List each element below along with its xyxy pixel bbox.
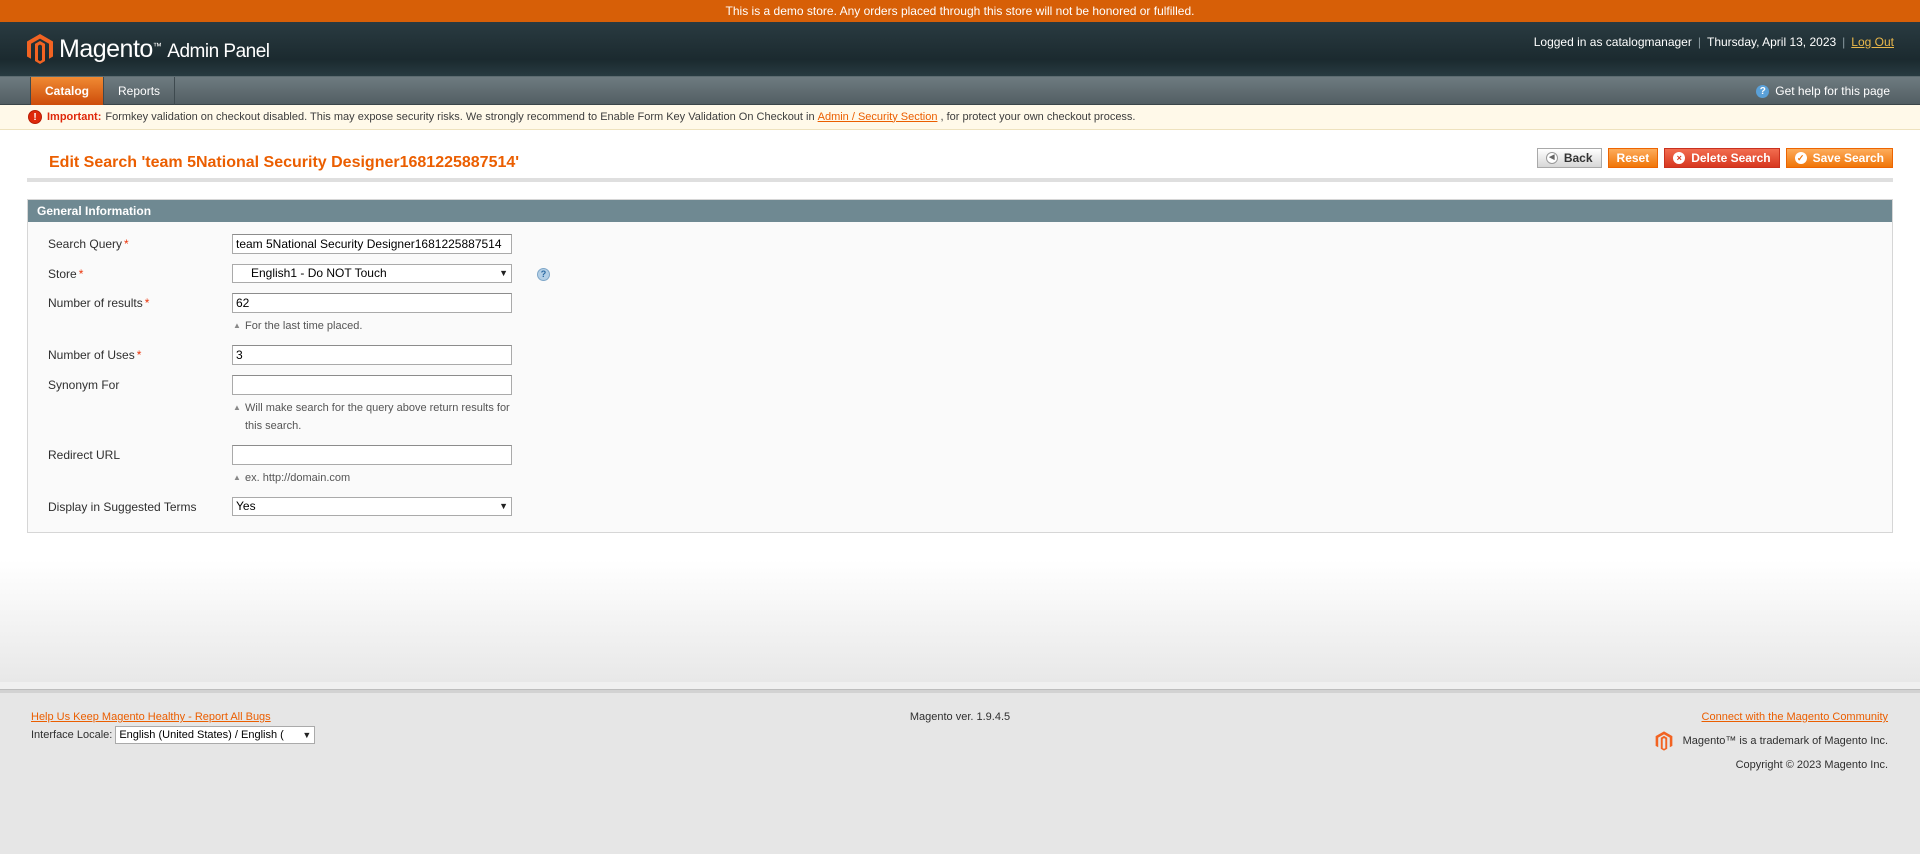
num-uses-row: Number of Uses * <box>28 345 1892 365</box>
num-results-row: Number of results* ▲For the last time pl… <box>28 293 1892 335</box>
store-select[interactable]: English1 - Do NOT Touch ▼ <box>232 264 512 283</box>
edit-search-form: Search Query* Store* English1 - Do NOT T… <box>28 222 1892 532</box>
current-date: Thursday, April 13, 2023 <box>1706 35 1837 49</box>
suggested-terms-select[interactable]: Yes ▼ <box>232 497 512 516</box>
help-icon: ? <box>1756 84 1770 98</box>
interface-locale: Interface Locale: English (United States… <box>31 726 316 744</box>
reset-button-label: Reset <box>1616 151 1650 165</box>
help-link-label: Get help for this page <box>1775 84 1890 98</box>
search-query-input[interactable] <box>232 234 512 254</box>
redirect-url-row: Redirect URL ▲ ex. http://domain.com <box>28 445 1892 487</box>
reset-button[interactable]: Reset <box>1607 148 1659 168</box>
delete-search-button[interactable]: × Delete Search <box>1664 148 1780 168</box>
copyright-text: Copyright © 2023 Magento Inc. <box>1735 759 1888 771</box>
content-header: Edit Search 'team 5National Security Des… <box>27 130 1893 182</box>
logo-text: Magento™ Admin Panel <box>59 34 270 63</box>
suggested-terms-row: Display in Suggested Terms Yes ▼ <box>28 497 1892 516</box>
community-link[interactable]: Connect with the Magento Community <box>1702 711 1888 723</box>
locale-select-value: English (United States) / English ( <box>119 729 284 741</box>
synonym-label: Synonym For <box>48 378 120 392</box>
save-button-label: Save Search <box>1812 151 1884 165</box>
report-bugs-link[interactable]: Help Us Keep Magento Healthy - Report Al… <box>31 711 271 723</box>
checkmark-icon: ✓ <box>1794 152 1807 164</box>
footer: Help Us Keep Magento Healthy - Report Al… <box>0 690 1920 854</box>
redirect-url-input[interactable] <box>232 445 512 465</box>
error-icon: ! <box>28 110 42 124</box>
synonym-note: ▲ Will make search for the query above re… <box>233 402 510 432</box>
page-title: Edit Search 'team 5National Security Des… <box>49 154 520 171</box>
security-warning-message: ! Important: Formkey validation on check… <box>0 105 1920 130</box>
trademark-text: Magento™ is a trademark of Magento Inc. <box>1682 735 1888 747</box>
save-search-button[interactable]: ✓ Save Search <box>1785 148 1893 168</box>
synonym-row: Synonym For ▲ Will make search for the qu… <box>28 375 1892 435</box>
redirect-url-note: ▲ ex. http://domain.com <box>233 472 351 484</box>
warning-text: Formkey validation on checkout disabled.… <box>105 110 815 123</box>
form-buttons: ◀ Back Reset × Delete Search ✓ Save Sear… <box>1536 148 1893 168</box>
logged-in-text: Logged in as catalogmanager <box>1533 35 1692 49</box>
locale-label: Interface Locale: <box>31 729 113 741</box>
back-button[interactable]: ◀ Back <box>1536 148 1602 168</box>
suggested-terms-label: Display in Suggested Terms <box>48 500 197 514</box>
help-link[interactable]: ? Get help for this page <box>1756 84 1890 98</box>
page-bottom-fade <box>0 560 1920 682</box>
store-select-value: English1 - Do NOT Touch <box>251 266 387 280</box>
num-uses-input[interactable] <box>232 345 512 365</box>
num-results-label: Number of results * <box>48 296 150 310</box>
delete-icon: × <box>1673 152 1686 164</box>
locale-select[interactable]: English (United States) / English ( ▼ <box>115 726 316 744</box>
suggested-terms-value: Yes <box>236 499 256 513</box>
footer-divider <box>0 682 1920 690</box>
demo-store-notice: This is a demo store. Any orders placed … <box>0 0 1920 22</box>
search-query-row: Search Query * <box>28 234 1892 254</box>
admin-header: Magento™ Admin Panel Logged in as catalog… <box>0 22 1920 77</box>
num-uses-label: Number of Uses * <box>48 348 142 362</box>
help-tooltip-icon[interactable]: ? <box>537 268 550 281</box>
security-section-link[interactable]: Admin / Security Section <box>818 105 938 130</box>
warning-strong-label: Important: <box>47 110 102 123</box>
back-button-label: Back <box>1563 151 1593 165</box>
synonym-input[interactable] <box>232 375 512 395</box>
store-row: Store * English1 - Do NOT Touch ▼ ? <box>28 264 1892 283</box>
chevron-down-icon: ▼ <box>302 730 312 740</box>
search-query-label: Search Query * <box>48 237 129 251</box>
logout-link[interactable]: Log Out <box>1851 35 1894 49</box>
nav-item-reports[interactable]: Reports <box>104 77 176 105</box>
delete-button-label: Delete Search <box>1691 151 1771 165</box>
num-results-input[interactable] <box>232 293 512 313</box>
nav-item-catalog[interactable]: Catalog <box>30 77 105 105</box>
magento-logo[interactable]: Magento™ Admin Panel <box>26 33 270 65</box>
back-arrow-icon: ◀ <box>1545 152 1558 164</box>
chevron-down-icon: ▼ <box>499 501 508 511</box>
redirect-url-label: Redirect URL <box>48 448 121 462</box>
magento-logo-icon <box>27 34 53 64</box>
magento-small-logo-icon <box>1655 731 1672 751</box>
header-user-info: Logged in as catalogmanager | Thursday, Ap… <box>1533 35 1894 49</box>
warning-text-after: , for protect your own checkout process. <box>940 110 1136 123</box>
num-results-note: ▲ For the last time placed. <box>233 320 363 332</box>
fieldset-legend: General Information <box>28 200 1892 222</box>
chevron-down-icon: ▼ <box>499 268 508 278</box>
general-information-fieldset: General Information Search Query* Store*… <box>27 199 1893 533</box>
main-nav: Catalog Reports ? Get help for this page <box>0 77 1920 105</box>
store-label: Store * <box>48 267 84 281</box>
